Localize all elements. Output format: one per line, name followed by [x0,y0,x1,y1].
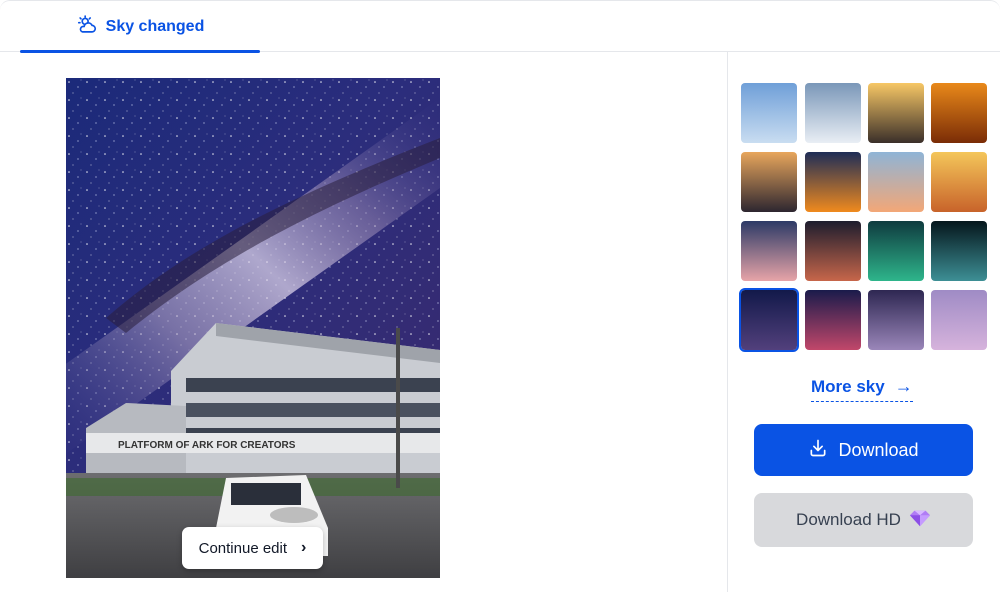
chevron-right-icon: › [301,539,307,556]
sky-thumbnail-red-moon[interactable] [805,221,861,281]
sky-thumbnail-aurora-teal[interactable] [931,221,987,281]
sky-thumbnail-golden-dusk[interactable] [741,152,797,212]
sky-thumbnail-milky-way[interactable] [739,288,799,352]
download-icon [808,438,828,463]
panel-divider [727,52,728,592]
sky-presets-grid [739,83,990,353]
more-sky-label: More sky [811,376,885,396]
sky-thumbnail-sunrise-horizon[interactable] [805,152,861,212]
sky-thumbnail-rainbow-lilac[interactable] [931,290,987,350]
sky-thumbnail-aurora-green[interactable] [868,221,924,281]
arrow-right-icon: → [894,376,913,396]
download-hd-button[interactable]: Download HD [754,493,973,547]
sky-thumbnail-sunset-over-clouds[interactable] [868,83,924,143]
download-button[interactable]: Download [754,424,973,476]
sky-thumbnail-moon-dusk[interactable] [741,221,797,281]
active-tab-indicator [20,50,260,53]
tab-sky-changed[interactable]: Sky changed [20,1,260,53]
edited-photo-preview: PLATFORM OF ARK FOR CREATORS [66,78,440,578]
sky-thumbnail-purple-night[interactable] [868,290,924,350]
continue-edit-label: Continue edit [198,539,288,557]
diamond-gem-icon [909,508,931,533]
tab-bar: Sky changed [0,0,1000,53]
sky-thumbnail-warm-gradient[interactable] [931,152,987,212]
sky-thumbnail-galaxy-pink[interactable] [805,290,861,350]
more-sky-link[interactable]: More sky → [811,374,913,402]
tab-label: Sky changed [105,18,205,35]
sky-thumbnail-light-blue-clouds[interactable] [741,83,797,143]
continue-edit-button[interactable]: Continue edit › [182,527,323,569]
sky-thumbnail-orange-sunset[interactable] [931,83,987,143]
cloud-sun-icon [76,14,98,41]
sky-editor-window: Sky changed PLATFORM OF ARK FOR CREATORS… [0,0,1000,592]
sky-thumbnail-white-cumulus[interactable] [805,83,861,143]
download-label: Download [838,439,919,460]
building-sign-text: PLATFORM OF ARK FOR CREATORS [118,440,296,451]
download-hd-label: Download HD [796,510,901,529]
sky-thumbnail-pastel-sunset-clouds[interactable] [868,152,924,212]
